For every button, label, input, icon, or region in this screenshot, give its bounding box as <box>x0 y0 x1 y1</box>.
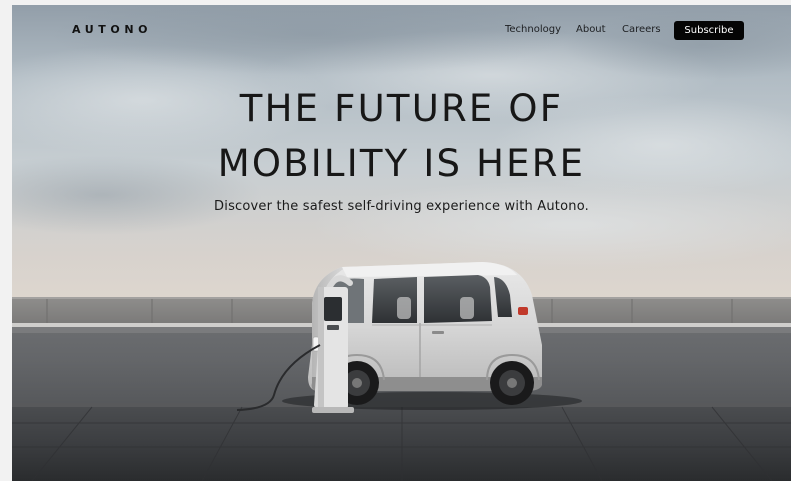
hero-headline-line2: MOBILITY IS HERE <box>217 142 586 185</box>
hero-background-image <box>12 5 791 481</box>
brand-logo[interactable]: AUTONO <box>72 23 152 36</box>
hero-headline: THE FUTURE OF MOBILITY IS HERE <box>12 81 791 191</box>
subscribe-button[interactable]: Subscribe <box>674 21 744 40</box>
nav-link-about[interactable]: About <box>576 24 606 35</box>
hero-section: AUTONO Technology About Careers Subscrib… <box>12 5 791 481</box>
hero-subtitle: Discover the safest self-driving experie… <box>214 199 589 214</box>
nav-link-technology[interactable]: Technology <box>505 24 561 35</box>
top-navigation: AUTONO Technology About Careers Subscrib… <box>12 5 791 57</box>
hero-headline-line1: THE FUTURE OF <box>239 87 564 130</box>
nav-link-careers[interactable]: Careers <box>622 24 661 35</box>
